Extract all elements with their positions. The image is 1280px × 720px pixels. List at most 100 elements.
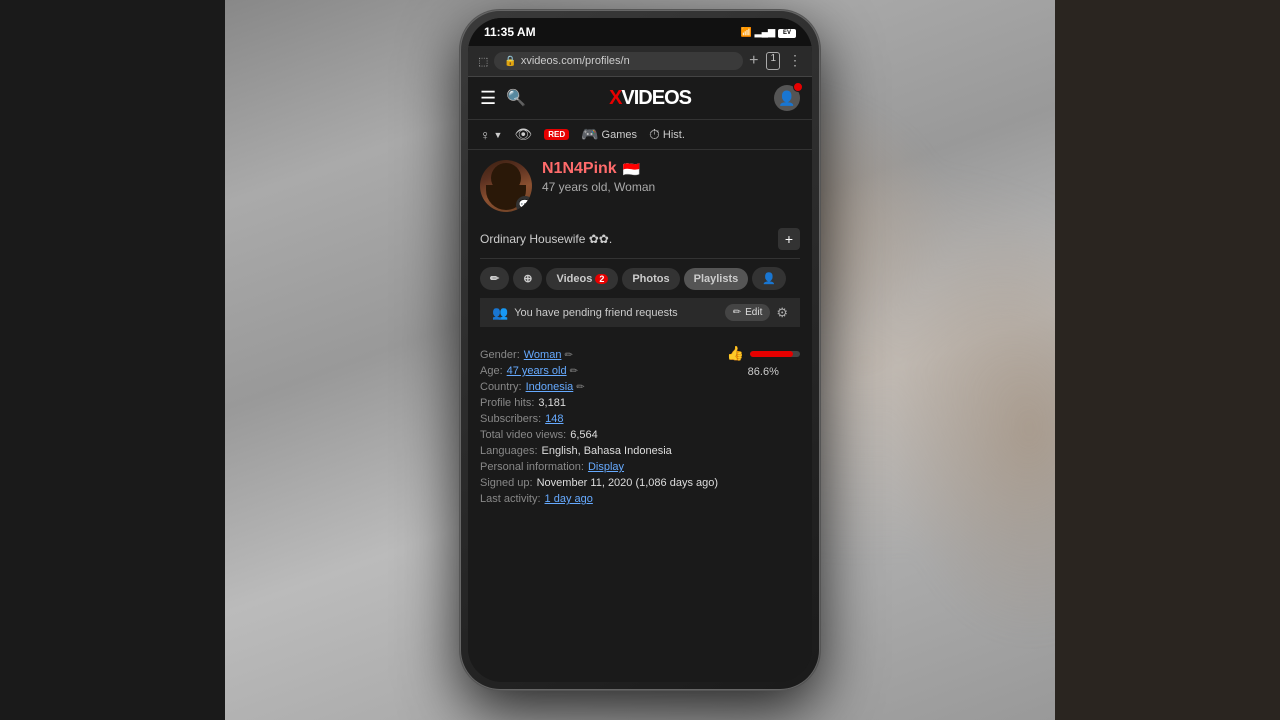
stat-value-age[interactable]: 47 years old — [507, 365, 567, 377]
thumbs-up-icon: 👍 — [727, 345, 744, 362]
browser-menu-button[interactable]: ⋮ — [788, 52, 802, 70]
battery-icon: EV — [778, 29, 796, 38]
edit-icon: ✏ — [490, 272, 499, 285]
photos-label: Photos — [632, 273, 669, 285]
logo-videos: VIDEOS — [621, 87, 691, 109]
rating-section: 👍 86.6% — [727, 345, 800, 378]
stat-label-activity: Last activity: — [480, 493, 541, 505]
camera-icon: 👁 — [514, 126, 532, 143]
add-button[interactable]: + — [778, 228, 800, 250]
profile-age: 47 years old, Woman — [542, 180, 800, 194]
settings-icon[interactable]: ⚙ — [776, 305, 788, 321]
rating-bar — [750, 351, 800, 357]
rating-bar-container: 👍 — [727, 345, 800, 362]
url-text[interactable]: xvideos.com/profiles/n — [521, 55, 733, 67]
nav-left: ☰ 🔍 — [480, 88, 526, 109]
profile-section: 💬 N1N4Pink 🇮🇩 47 years old, Woman — [468, 150, 812, 341]
status-icons: 📶 ▂▄▆ EV — [741, 26, 796, 38]
red-button[interactable]: RED — [544, 129, 569, 140]
site-content[interactable]: ☰ 🔍 XVIDEOS 👤 — [468, 77, 812, 671]
tab-count-button[interactable]: 1 — [766, 52, 780, 70]
profile-info: N1N4Pink 🇮🇩 47 years old, Woman — [542, 160, 800, 194]
pending-icon: 👥 — [492, 305, 508, 321]
stat-value-subscribers[interactable]: 148 — [545, 413, 563, 425]
stat-value-hits: 3,181 — [538, 397, 566, 409]
hamburger-icon[interactable]: ☰ — [480, 88, 496, 109]
edit-country-icon[interactable]: ✏ — [576, 382, 584, 393]
stat-value-country[interactable]: Indonesia — [526, 381, 574, 393]
history-button[interactable]: ⏱ Hist. — [649, 126, 685, 143]
profile-stats: 👍 86.6% Gender: Woman ✏ — [468, 341, 812, 517]
games-button[interactable]: 🎮 Games — [581, 126, 637, 143]
stat-label-views: Total video views: — [480, 429, 566, 441]
cam-button[interactable]: 👁 — [514, 126, 532, 143]
rss-icon: ⊕ — [523, 272, 532, 285]
rating-percent: 86.6% — [748, 366, 779, 378]
stat-value-gender[interactable]: Woman — [524, 349, 562, 361]
edit-gender-icon[interactable]: ✏ — [564, 350, 572, 361]
profile-bio: Ordinary Housewife ✿✿. + — [480, 220, 800, 259]
phone-screen: 11:35 AM 📶 ▂▄▆ EV ⬚ 🔒 xvideos.com/profi — [468, 18, 812, 682]
stat-label-signed: Signed up: — [480, 477, 533, 489]
stat-label-gender: Gender: — [480, 349, 520, 361]
user-avatar-nav[interactable]: 👤 — [774, 85, 800, 111]
tab-playlists[interactable]: Playlists — [684, 268, 749, 290]
status-bar: 11:35 AM 📶 ▂▄▆ EV — [468, 18, 812, 46]
games-icon: 🎮 — [581, 126, 598, 143]
logo-x: X — [609, 87, 621, 109]
profile-name-row: N1N4Pink 🇮🇩 — [542, 160, 800, 178]
more-icon: 👤 — [762, 272, 776, 285]
tab-videos[interactable]: Videos 2 — [546, 268, 618, 290]
playlists-label: Playlists — [694, 273, 739, 285]
profile-avatar[interactable]: 💬 — [480, 160, 532, 212]
stat-label-languages: Languages: — [480, 445, 538, 457]
stat-label-subscribers: Subscribers: — [480, 413, 541, 425]
gender-selector[interactable]: ♀ ▼ — [480, 127, 502, 143]
stat-row-personal: Personal information: Display — [480, 461, 800, 473]
tab-rss[interactable]: ⊕ — [513, 267, 542, 290]
stat-row-languages: Languages: English, Bahasa Indonesia — [480, 445, 800, 457]
rating-fill — [750, 351, 793, 357]
pending-text[interactable]: You have pending friend requests — [514, 307, 678, 319]
history-label: Hist. — [663, 129, 685, 141]
pending-requests-bar: 👥 You have pending friend requests ✏ Edi… — [480, 298, 800, 327]
bg-left — [0, 0, 225, 720]
stat-label-age: Age: — [480, 365, 503, 377]
stat-row-views: Total video views: 6,564 — [480, 429, 800, 441]
stat-value-views: 6,564 — [570, 429, 598, 441]
wifi-icon: 📶 — [741, 27, 752, 38]
stat-row-country: Country: Indonesia ✏ — [480, 381, 800, 393]
lock-icon: 🔒 — [504, 56, 516, 67]
stat-row-subscribers: Subscribers: 148 — [480, 413, 800, 425]
stat-value-personal[interactable]: Display — [588, 461, 624, 473]
stat-value-activity[interactable]: 1 day ago — [545, 493, 593, 505]
edit-age-icon[interactable]: ✏ — [570, 366, 578, 377]
tab-more[interactable]: 👤 — [752, 267, 786, 290]
stat-row-activity: Last activity: 1 day ago — [480, 493, 800, 505]
videos-count: 2 — [595, 274, 608, 284]
videos-label: Videos — [556, 273, 592, 285]
status-time: 11:35 AM — [484, 25, 536, 39]
bg-right — [1055, 0, 1280, 720]
flag-icon: 🇮🇩 — [623, 161, 640, 178]
tab-edit[interactable]: ✏ — [480, 267, 509, 290]
bio-text: Ordinary Housewife ✿✿. — [480, 232, 612, 246]
phone-wrapper: 11:35 AM 📶 ▂▄▆ EV ⬚ 🔒 xvideos.com/profi — [460, 10, 820, 690]
games-label: Games — [602, 129, 637, 141]
red-badge: RED — [544, 129, 569, 140]
browser-url-bar[interactable]: 🔒 xvideos.com/profiles/n — [494, 52, 743, 70]
edit-pencil-icon: ✏ — [733, 307, 741, 318]
phone-shell: 11:35 AM 📶 ▂▄▆ EV ⬚ 🔒 xvideos.com/profi — [460, 10, 820, 690]
main-scene: 11:35 AM 📶 ▂▄▆ EV ⬚ 🔒 xvideos.com/profi — [0, 0, 1280, 720]
stat-row-hits: Profile hits: 3,181 — [480, 397, 800, 409]
profile-name: N1N4Pink — [542, 160, 617, 178]
notification-badge — [793, 82, 803, 92]
search-icon[interactable]: 🔍 — [506, 88, 526, 108]
stat-label-personal: Personal information: — [480, 461, 584, 473]
site-navbar: ☰ 🔍 XVIDEOS 👤 — [468, 77, 812, 120]
chat-icon[interactable]: 💬 — [516, 196, 532, 212]
tab-photos[interactable]: Photos — [622, 268, 679, 290]
battery-indicator: EV — [778, 26, 796, 38]
edit-button[interactable]: ✏ Edit — [725, 304, 771, 321]
new-tab-button[interactable]: + — [749, 52, 758, 70]
